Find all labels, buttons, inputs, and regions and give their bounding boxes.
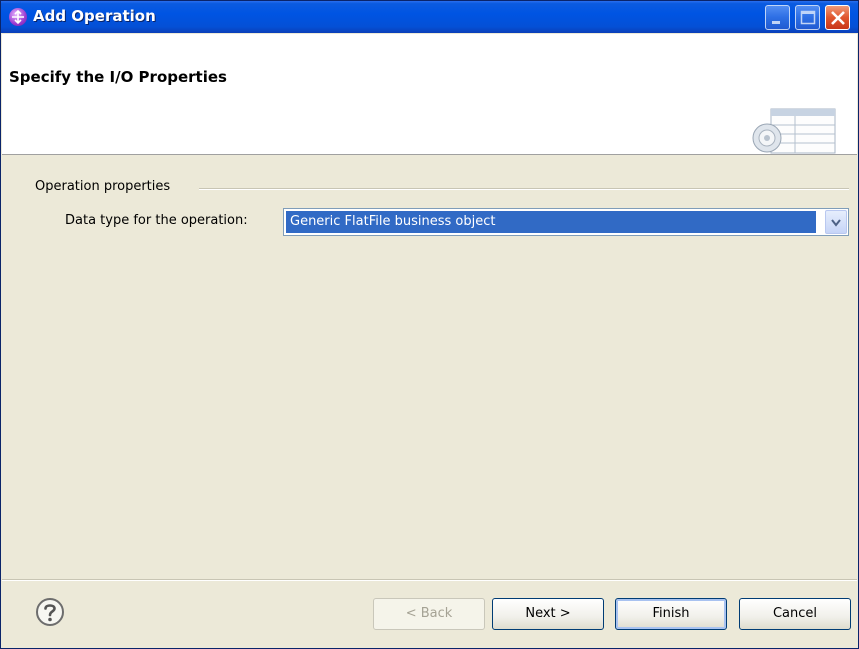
wizard-header: Specify the I/O Properties [2,34,857,155]
next-button[interactable]: Next > [492,598,604,630]
back-button[interactable]: < Back [373,598,485,630]
minimize-button[interactable] [765,5,790,30]
title-bar[interactable]: Add Operation [1,1,858,33]
finish-button[interactable]: Finish [615,598,727,630]
wizard-app-icon [9,8,27,26]
chevron-down-icon [831,219,841,227]
close-button[interactable] [825,5,850,30]
cancel-button[interactable]: Cancel [739,598,851,630]
group-divider [199,188,849,190]
maximize-icon [800,10,816,25]
add-operation-dialog: Add Operation Specify the I/O Properties… [0,0,859,649]
minimize-icon [772,21,780,24]
maximize-button[interactable] [795,5,820,30]
data-type-combobox[interactable]: Generic FlatFile business object [283,208,849,236]
button-bar-divider [2,579,857,581]
help-icon[interactable] [35,597,65,627]
page-title: Specify the I/O Properties [9,68,227,86]
wizard-banner-graphic [752,108,836,154]
operation-properties-group-label: Operation properties [35,179,171,194]
close-icon [831,11,845,25]
data-type-selected-value[interactable]: Generic FlatFile business object [286,211,816,233]
window-title: Add Operation [33,7,156,25]
data-type-label: Data type for the operation: [65,213,248,228]
dropdown-button[interactable] [825,210,847,234]
